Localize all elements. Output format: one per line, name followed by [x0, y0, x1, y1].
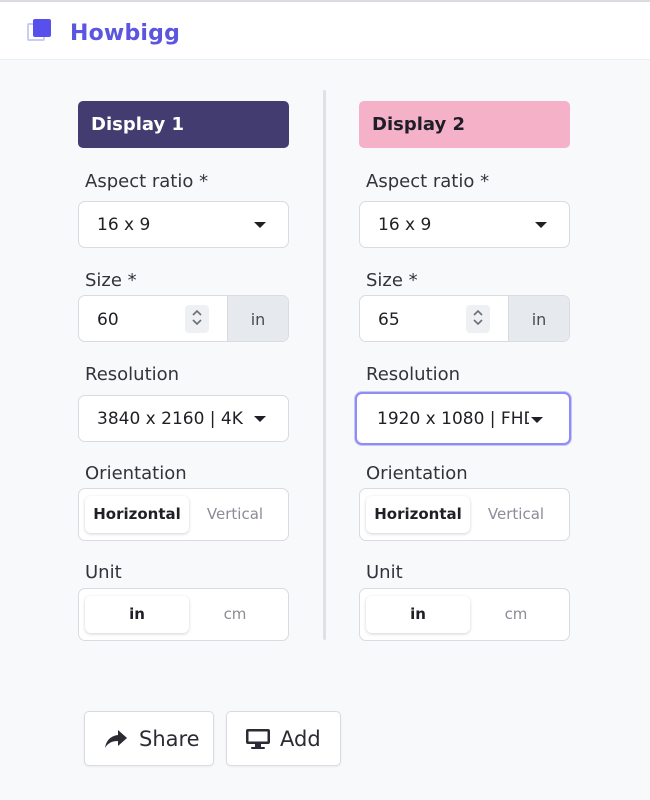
display-1-panel: Display 1 Aspect ratio * 16 x 9 Size * 6… — [78, 101, 290, 641]
resolution-select[interactable]: 1920 x 1080 | FHD — [355, 392, 571, 445]
chevron-up-icon[interactable] — [192, 309, 202, 319]
caret-down-icon — [254, 416, 266, 422]
unit-toggle: in cm — [78, 588, 289, 641]
orientation-vertical[interactable]: Vertical — [185, 496, 285, 533]
unit-toggle: in cm — [359, 588, 570, 641]
resolution-label: Resolution — [366, 364, 461, 385]
unit-cm[interactable]: cm — [185, 596, 285, 633]
unit-label: Unit — [85, 562, 122, 583]
caret-down-icon — [531, 417, 543, 423]
size-field: 60 in — [78, 295, 289, 342]
size-stepper[interactable] — [466, 305, 490, 333]
orientation-label: Orientation — [366, 463, 468, 484]
resolution-select[interactable]: 3840 x 2160 | 4K — [78, 395, 289, 442]
add-label: Add — [280, 727, 321, 751]
size-label: Size * — [366, 270, 418, 291]
share-button[interactable]: Share — [84, 711, 214, 766]
share-label: Share — [139, 727, 200, 751]
chevron-down-icon[interactable] — [473, 319, 483, 329]
orientation-toggle: Horizontal Vertical — [359, 488, 570, 541]
column-divider — [323, 90, 326, 640]
resolution-value: 1920 x 1080 | FHD — [377, 409, 529, 429]
unit-label: Unit — [366, 562, 403, 583]
size-label: Size * — [85, 270, 137, 291]
size-input[interactable]: 65 — [378, 310, 400, 330]
display-1-title: Display 1 — [78, 101, 289, 148]
caret-down-icon — [535, 222, 547, 228]
orientation-toggle: Horizontal Vertical — [78, 488, 289, 541]
size-unit-addon: in — [508, 296, 569, 341]
unit-in[interactable]: in — [85, 596, 189, 633]
aspect-ratio-select[interactable]: 16 x 9 — [78, 201, 289, 248]
overlapping-squares-icon — [27, 19, 51, 43]
unit-in[interactable]: in — [366, 596, 470, 633]
monitor-icon — [245, 728, 271, 755]
unit-cm[interactable]: cm — [466, 596, 566, 633]
size-field: 65 in — [359, 295, 570, 342]
size-unit-addon: in — [227, 296, 288, 341]
caret-down-icon — [254, 222, 266, 228]
add-button[interactable]: Add — [226, 711, 341, 766]
size-stepper[interactable] — [185, 305, 209, 333]
chevron-up-icon[interactable] — [473, 309, 483, 319]
aspect-ratio-label: Aspect ratio * — [366, 171, 490, 192]
size-input[interactable]: 60 — [97, 310, 119, 330]
aspect-ratio-label: Aspect ratio * — [85, 171, 209, 192]
orientation-horizontal[interactable]: Horizontal — [85, 496, 189, 533]
app-name[interactable]: Howbigg — [70, 21, 180, 46]
display-2-panel: Display 2 Aspect ratio * 16 x 9 Size * 6… — [355, 101, 571, 641]
orientation-label: Orientation — [85, 463, 187, 484]
app-header: Howbigg — [0, 2, 650, 60]
orientation-horizontal[interactable]: Horizontal — [366, 496, 470, 533]
aspect-ratio-value: 16 x 9 — [378, 215, 432, 235]
share-arrow-icon — [103, 728, 129, 755]
chevron-down-icon[interactable] — [192, 319, 202, 329]
orientation-vertical[interactable]: Vertical — [466, 496, 566, 533]
aspect-ratio-select[interactable]: 16 x 9 — [359, 201, 570, 248]
display-2-title: Display 2 — [359, 101, 570, 148]
aspect-ratio-value: 16 x 9 — [97, 215, 151, 235]
resolution-label: Resolution — [85, 364, 180, 385]
resolution-value: 3840 x 2160 | 4K — [97, 409, 243, 429]
